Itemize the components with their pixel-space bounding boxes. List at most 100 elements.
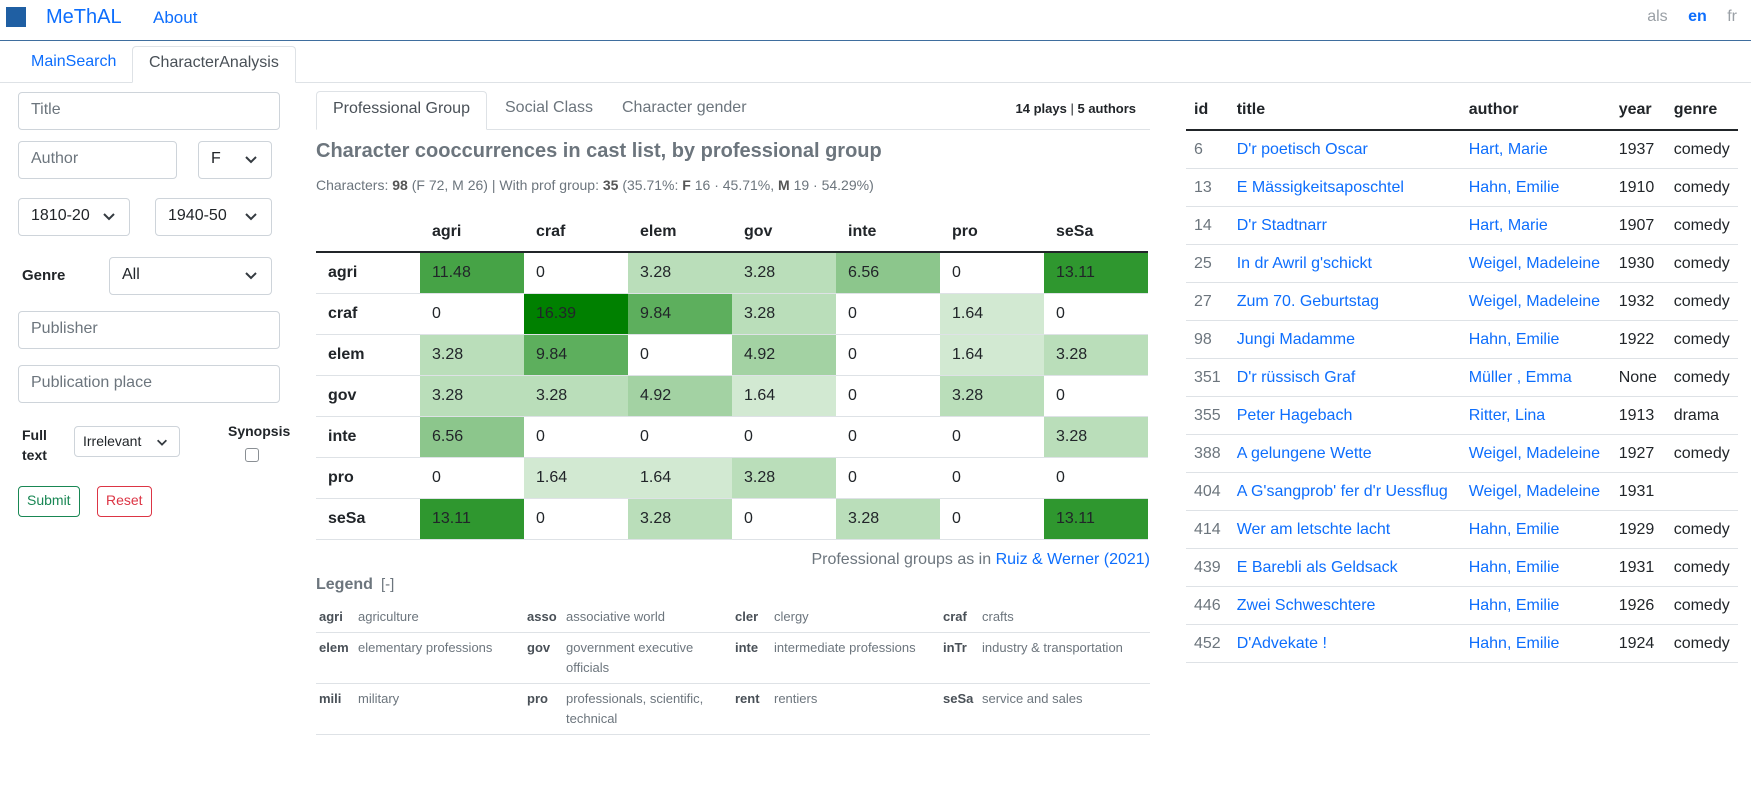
play-author-link[interactable]: Weigel, Madeleine [1469, 293, 1600, 310]
play-genre-cell [1665, 472, 1738, 511]
play-title-link[interactable]: Wer am letschte lacht [1237, 521, 1391, 538]
matrix-row: craf 0 16.39 9.84 3.28 0 1.64 0 [316, 293, 1148, 335]
play-author-link[interactable]: Hahn, Emilie [1469, 179, 1560, 196]
tab-social-class[interactable]: Social Class [489, 91, 609, 130]
plays-count: 14 [1015, 101, 1030, 116]
play-year-cell: None [1610, 358, 1666, 397]
play-year-text: 1937 [1618, 141, 1655, 158]
legend-desc: crafts [982, 609, 1014, 624]
play-title-link[interactable]: A G'sangprob' fer d'r Uessflug [1237, 483, 1448, 500]
period-to-select[interactable]: 1940-50 [155, 198, 272, 236]
character-summary: Characters: 98 (F 72, M 26) | With prof … [316, 177, 874, 193]
matrix-row: seSa 13.11 0 3.28 0 3.28 0 13.11 [316, 498, 1148, 540]
play-title-cell: In dr Awril g'schickt [1228, 244, 1461, 283]
play-title-link[interactable]: D'r rüssisch Graf [1237, 369, 1356, 386]
matrix-cell: 13.11 [1044, 498, 1148, 540]
legend-toggle[interactable]: [-] [381, 576, 394, 593]
play-year-cell: 1931 [1610, 548, 1666, 587]
matrix-cell: 0 [732, 416, 836, 458]
fulltext-select[interactable]: Irrelevant [74, 426, 180, 457]
gender-select[interactable]: F [198, 141, 272, 179]
chevron-down-icon [245, 156, 257, 164]
plays-col-author[interactable]: author [1460, 91, 1611, 131]
play-author-link[interactable]: Hart, Marie [1469, 217, 1548, 234]
play-genre-cell: comedy [1665, 244, 1738, 283]
author-input[interactable]: Author [18, 141, 177, 179]
play-author-link[interactable]: Weigel, Madeleine [1469, 483, 1600, 500]
play-title-link[interactable]: D'r poetisch Oscar [1237, 141, 1368, 158]
play-title-link[interactable]: D'r Stadtnarr [1237, 217, 1327, 234]
play-title-link[interactable]: A gelungene Wette [1237, 445, 1372, 462]
matrix-cell: 3.28 [524, 375, 628, 417]
period-from-select[interactable]: 1810-20 [18, 198, 130, 236]
play-title-cell: D'r poetisch Oscar [1228, 130, 1461, 169]
play-title-link[interactable]: Zwei Schweschtere [1237, 597, 1376, 614]
play-year-text: 1931 [1618, 559, 1655, 576]
play-author-link[interactable]: Hahn, Emilie [1469, 635, 1560, 652]
play-author-cell: Hahn, Emilie [1460, 320, 1611, 359]
plays-col-genre[interactable]: genre [1665, 91, 1738, 131]
matrix-cell: 0 [940, 498, 1044, 540]
about-link[interactable]: About [153, 8, 197, 28]
matrix-col-header: pro [940, 213, 1044, 253]
plays-col-year[interactable]: year [1610, 91, 1666, 131]
play-id-cell: 404 [1186, 472, 1229, 511]
corpus-counts: 14 plays | 5 authors [1015, 101, 1136, 116]
play-author-link[interactable]: Hahn, Emilie [1469, 597, 1560, 614]
matrix-cell: 0 [524, 498, 628, 540]
play-title-link[interactable]: Jungi Madamme [1237, 331, 1355, 348]
matrix-col-header: gov [732, 213, 836, 253]
play-author-link[interactable]: Hart, Marie [1469, 141, 1548, 158]
legend-desc: agriculture [358, 609, 419, 624]
matrix-cell: 3.28 [420, 334, 524, 376]
cooccurrence-matrix: agri craf elem gov inte pro seSa agri 11.… [316, 213, 1148, 540]
tab-mainsearch[interactable]: MainSearch [15, 46, 132, 83]
legend-desc: rentiers [774, 691, 818, 706]
play-author-link[interactable]: Weigel, Madeleine [1469, 445, 1600, 462]
plays-body: 6 D'r poetisch Oscar Hart, Marie 1937 comedy… [1186, 130, 1738, 663]
plays-table: id title author year genre 6 D'r poetisch… [1186, 91, 1738, 663]
chevron-down-icon [245, 272, 257, 280]
play-title-link[interactable]: E Mässigkeitsaposchtel [1237, 179, 1404, 196]
publication-place-input[interactable]: Publication place [18, 365, 280, 403]
play-author-link[interactable]: Hahn, Emilie [1469, 559, 1560, 576]
lang-als[interactable]: als [1647, 8, 1667, 25]
play-author-link[interactable]: Ritter, Lina [1469, 407, 1545, 424]
lang-en[interactable]: en [1688, 8, 1707, 25]
legend-code: asso [527, 609, 557, 624]
legend-desc: associative world [566, 609, 665, 624]
play-title-link[interactable]: E Barebli als Geldsack [1237, 559, 1398, 576]
plays-col-id[interactable]: id [1186, 91, 1229, 131]
legend-desc: professionals, scientific, technical [566, 691, 704, 726]
plays-col-title[interactable]: title [1228, 91, 1461, 131]
matrix-col-header: seSa [1044, 213, 1148, 253]
tab-character-gender[interactable]: Character gender [606, 91, 763, 130]
play-author-link[interactable]: Müller , Emma [1469, 369, 1572, 386]
matrix-cell: 1.64 [524, 457, 628, 499]
play-title-link[interactable]: Zum 70. Geburtstag [1237, 293, 1379, 310]
play-title-link[interactable]: Peter Hagebach [1237, 407, 1353, 424]
chevron-down-icon [245, 213, 257, 221]
reset-button[interactable]: Reset [97, 486, 152, 517]
publisher-input[interactable]: Publisher [18, 311, 280, 349]
play-id-cell: 6 [1186, 130, 1229, 169]
title-input[interactable]: Title [18, 92, 280, 130]
submit-button[interactable]: Submit [18, 486, 80, 517]
play-id-text: 98 [1194, 331, 1212, 348]
matrix-cell: 0 [420, 293, 524, 335]
synopsis-checkbox[interactable] [245, 448, 259, 462]
play-title-link[interactable]: In dr Awril g'schickt [1237, 255, 1372, 272]
play-author-link[interactable]: Weigel, Madeleine [1469, 255, 1600, 272]
source-link[interactable]: Ruiz & Werner (2021) [996, 551, 1150, 568]
tab-characteranalysis[interactable]: CharacterAnalysis [132, 46, 296, 83]
play-title-link[interactable]: D'Advekate ! [1237, 635, 1327, 652]
tab-professional-group[interactable]: Professional Group [316, 91, 487, 130]
table-row: 452 D'Advekate ! Hahn, Emilie 1924 comedy [1186, 624, 1738, 663]
navbar: MeThAL About als en fr [0, 0, 1751, 41]
genre-select[interactable]: All [109, 257, 272, 295]
play-author-link[interactable]: Hahn, Emilie [1469, 521, 1560, 538]
play-author-link[interactable]: Hahn, Emilie [1469, 331, 1560, 348]
brand-link[interactable]: MeThAL [46, 6, 122, 29]
play-year-text: 1932 [1618, 293, 1655, 310]
lang-fr[interactable]: fr [1727, 8, 1737, 25]
